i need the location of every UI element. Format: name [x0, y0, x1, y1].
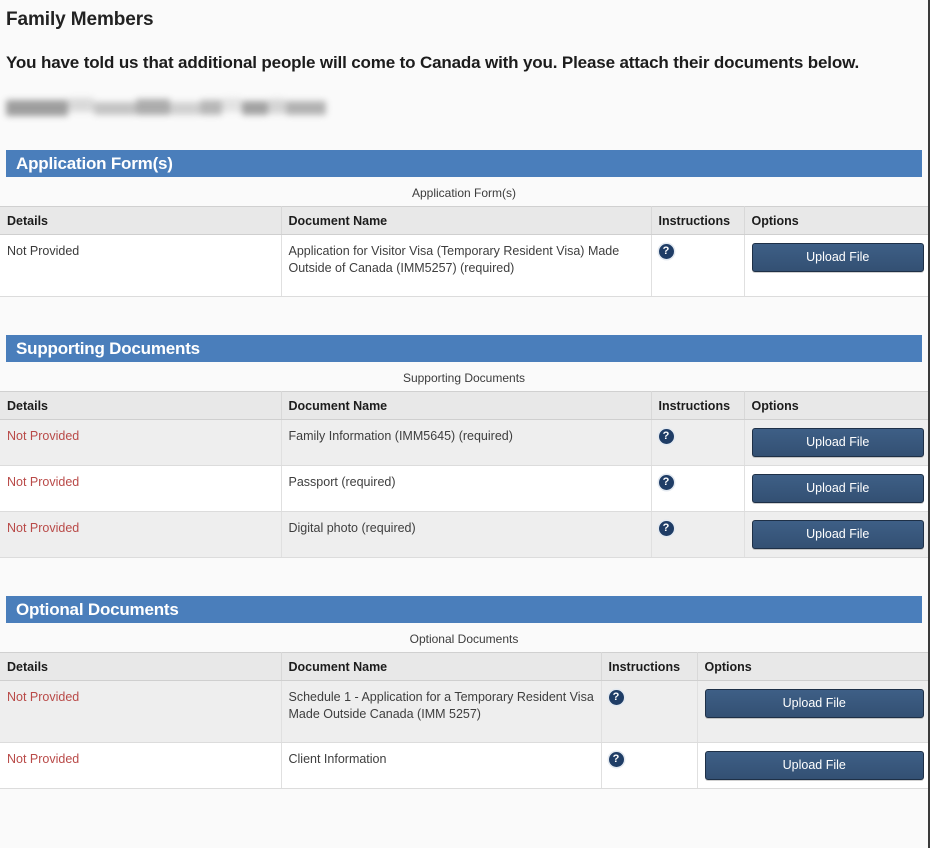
- table-row: Not Provided Passport (required) ? Uploa…: [0, 465, 930, 512]
- cell-details: Not Provided: [0, 742, 282, 789]
- column-header-options: Options: [697, 652, 930, 681]
- table-caption-optional-documents: Optional Documents: [0, 623, 928, 652]
- section-banner-supporting-documents: Supporting Documents: [6, 335, 922, 362]
- status-not-provided: Not Provided: [7, 752, 80, 766]
- column-header-instructions: Instructions: [651, 391, 745, 420]
- cell-document-name: Family Information (IMM5645) (required): [281, 419, 652, 466]
- column-header-options: Options: [744, 391, 930, 420]
- table-optional-documents: Details Document Name Instructions Optio…: [0, 652, 930, 789]
- cell-details: Not Provided: [0, 511, 282, 558]
- cell-document-name: Client Information: [281, 742, 602, 789]
- help-question-icon[interactable]: ?: [658, 475, 674, 490]
- upload-file-button[interactable]: Upload File: [751, 520, 924, 549]
- section-application-forms: Application Form(s) Application Form(s) …: [0, 150, 930, 305]
- status-not-provided: Not Provided: [7, 429, 80, 443]
- help-question-icon[interactable]: ?: [608, 752, 624, 767]
- page-title: Family Members: [6, 9, 154, 30]
- cell-instructions: ?: [651, 465, 745, 512]
- upload-file-button[interactable]: Upload File: [704, 689, 924, 718]
- cell-details: Not Provided: [0, 680, 282, 743]
- help-question-icon[interactable]: ?: [608, 690, 624, 705]
- spacer-after-supporting-documents: [0, 558, 928, 566]
- column-header-document-name: Document Name: [281, 652, 602, 681]
- status-not-provided: Not Provided: [7, 521, 80, 535]
- cell-details: Not Provided: [0, 465, 282, 512]
- section-supporting-documents: Supporting Documents Supporting Document…: [0, 335, 930, 566]
- cell-instructions: ?: [651, 234, 745, 297]
- cell-options: Upload File: [744, 465, 930, 512]
- cell-instructions: ?: [601, 680, 698, 743]
- spacer-before-supporting-documents: [0, 305, 928, 335]
- help-question-icon[interactable]: ?: [658, 244, 674, 259]
- document-name-text: Client Information: [288, 752, 387, 766]
- column-header-document-name: Document Name: [281, 206, 652, 235]
- required-tag: (required): [361, 521, 416, 535]
- spacer-after-optional-documents: [0, 789, 928, 823]
- spacer-before-optional-documents: [0, 566, 928, 596]
- table-header-row: Details Document Name Instructions Optio…: [0, 206, 930, 235]
- cell-document-name: Schedule 1 - Application for a Temporary…: [281, 680, 602, 743]
- cell-details: Not Provided: [0, 419, 282, 466]
- column-header-options: Options: [744, 206, 930, 235]
- section-banner-application-forms: Application Form(s): [6, 150, 922, 177]
- cell-options: Upload File: [697, 742, 930, 789]
- table-caption-application-forms: Application Form(s): [0, 177, 928, 206]
- cell-options: Upload File: [744, 511, 930, 558]
- upload-file-button[interactable]: Upload File: [751, 474, 924, 503]
- help-question-icon[interactable]: ?: [658, 429, 674, 444]
- cell-options: Upload File: [697, 680, 930, 743]
- document-name-text: Digital photo: [288, 521, 359, 535]
- table-row: Not Provided Family Information (IMM5645…: [0, 419, 930, 466]
- table-row: Not Provided Client Information ? Upload…: [0, 742, 930, 789]
- redacted-applicant-name: [6, 94, 326, 120]
- column-header-document-name: Document Name: [281, 391, 652, 420]
- intro-paragraph: You have told us that additional people …: [6, 53, 860, 72]
- upload-file-button[interactable]: Upload File: [704, 751, 924, 780]
- required-tag: (required): [460, 261, 515, 275]
- column-header-instructions: Instructions: [651, 206, 745, 235]
- table-header-row: Details Document Name Instructions Optio…: [0, 652, 930, 681]
- required-tag: (required): [341, 475, 396, 489]
- cell-document-name: Digital photo (required): [281, 511, 652, 558]
- table-caption-supporting-documents: Supporting Documents: [0, 362, 928, 391]
- spacer-after-application-forms: [0, 297, 928, 305]
- column-header-instructions: Instructions: [601, 652, 698, 681]
- document-name-text: Application for Visitor Visa (Temporary …: [288, 244, 620, 275]
- cell-document-name: Application for Visitor Visa (Temporary …: [281, 234, 652, 297]
- section-optional-documents: Optional Documents Optional Documents De…: [0, 596, 930, 823]
- column-header-details: Details: [0, 206, 282, 235]
- cell-details: Not Provided: [0, 234, 282, 297]
- cell-instructions: ?: [601, 742, 698, 789]
- required-tag: (required): [458, 429, 513, 443]
- table-header-row: Details Document Name Instructions Optio…: [0, 391, 930, 420]
- table-row: Not Provided Digital photo (required) ? …: [0, 511, 930, 558]
- status-not-provided: Not Provided: [7, 475, 80, 489]
- table-supporting-documents: Details Document Name Instructions Optio…: [0, 391, 930, 558]
- status-not-provided: Not Provided: [7, 244, 80, 258]
- cell-options: Upload File: [744, 234, 930, 297]
- upload-file-button[interactable]: Upload File: [751, 428, 924, 457]
- spacer-before-application-forms: [0, 120, 928, 150]
- status-not-provided: Not Provided: [7, 690, 80, 704]
- table-row: Not Provided Application for Visitor Vis…: [0, 234, 930, 297]
- document-name-text: Schedule 1 - Application for a Temporary…: [288, 690, 594, 721]
- document-name-text: Family Information (IMM5645): [288, 429, 456, 443]
- column-header-details: Details: [0, 391, 282, 420]
- document-checklist-page: Family Members You have told us that add…: [0, 0, 930, 848]
- upload-file-button[interactable]: Upload File: [751, 243, 924, 272]
- cell-options: Upload File: [744, 419, 930, 466]
- column-header-details: Details: [0, 652, 282, 681]
- page-content: Family Members You have told us that add…: [0, 0, 930, 823]
- cell-instructions: ?: [651, 511, 745, 558]
- help-question-icon[interactable]: ?: [658, 521, 674, 536]
- cell-document-name: Passport (required): [281, 465, 652, 512]
- table-row: Not Provided Schedule 1 - Application fo…: [0, 680, 930, 743]
- cell-instructions: ?: [651, 419, 745, 466]
- document-name-text: Passport: [288, 475, 338, 489]
- table-application-forms: Details Document Name Instructions Optio…: [0, 206, 930, 297]
- section-banner-optional-documents: Optional Documents: [6, 596, 922, 623]
